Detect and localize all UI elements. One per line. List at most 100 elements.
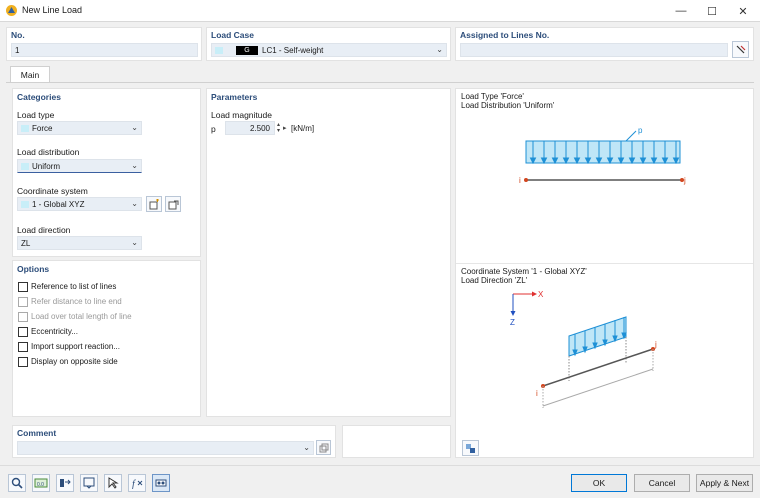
parameters-panel: Parameters Load magnitude p 2.500 ▴ ▾ ▸ […: [206, 88, 451, 417]
j-label-3d: j: [654, 340, 657, 349]
load-type-swatch: [21, 125, 29, 132]
comment-panel: Comment ⌄: [12, 425, 336, 458]
window-title: New Line Load: [22, 5, 83, 15]
select-object-button[interactable]: [104, 474, 122, 492]
title-bar: New Line Load — ☐ ✕: [0, 0, 760, 22]
uniform-load-diagram: p i j: [519, 126, 686, 185]
coord-system-value: 1 - Global XYZ: [32, 200, 85, 209]
edit-coord-system-icon: [168, 200, 178, 209]
categories-panel: Categories Load type Force ⌄ Load distri…: [12, 88, 201, 257]
comment-library-button[interactable]: [316, 440, 331, 455]
diagram-load-direction: Load Direction 'ZL': [461, 276, 528, 285]
diagram-options-button[interactable]: [462, 440, 479, 456]
close-button[interactable]: ✕: [728, 0, 758, 22]
load-distribution-label: Load distribution: [17, 147, 80, 157]
comment-title: Comment: [17, 428, 57, 438]
option-label: Reference to list of lines: [31, 282, 117, 291]
expand-arrow-icon[interactable]: ▸: [283, 124, 287, 132]
j-label: j: [683, 176, 686, 185]
assigned-lines-input[interactable]: [460, 43, 728, 57]
chevron-down-icon: ⌄: [131, 238, 138, 247]
coord-system-label: Coordinate system: [17, 186, 88, 196]
edit-coord-system-button[interactable]: [165, 196, 181, 212]
load-case-tag: G: [236, 46, 258, 55]
parameters-title: Parameters: [211, 92, 258, 102]
p-leader: [625, 130, 637, 142]
i-label: i: [519, 176, 521, 185]
chevron-down-icon: ⌄: [131, 161, 138, 170]
apply-next-label: Apply & Next: [699, 478, 750, 488]
load-type-value: Force: [32, 124, 53, 133]
settings-button[interactable]: [152, 474, 170, 492]
maximize-button[interactable]: ☐: [697, 0, 727, 22]
chevron-down-icon: ⌄: [131, 199, 138, 208]
option-label: Refer distance to line end: [31, 297, 122, 306]
units-icon: 0.0: [34, 478, 48, 488]
cancel-button[interactable]: Cancel: [634, 474, 690, 492]
load-direction-label: Load direction: [17, 225, 71, 235]
new-coord-system-button[interactable]: [146, 196, 162, 212]
comment-input[interactable]: ⌄: [17, 441, 314, 455]
svg-text:f: f: [132, 479, 136, 489]
x-label: X: [538, 290, 544, 299]
coord-system-diagram: X Z i j: [510, 290, 657, 408]
formula-icon: f: [132, 479, 143, 489]
no-panel: No. 1: [6, 27, 202, 61]
option-label: Display on opposite side: [31, 357, 118, 366]
no-input[interactable]: 1: [11, 43, 198, 57]
load-magnitude-input[interactable]: 2.500: [225, 121, 275, 135]
load-plane: [568, 316, 627, 357]
chevron-down-icon: ⌄: [303, 443, 310, 452]
search-icon: [11, 477, 23, 489]
ok-label: OK: [592, 478, 606, 488]
edit-object-button[interactable]: [56, 474, 74, 492]
option-checkbox[interactable]: [18, 312, 28, 322]
coord-system-swatch: [21, 201, 29, 208]
settings-icon: [155, 479, 167, 487]
load-distribution-swatch: [21, 163, 29, 170]
options-title: Options: [17, 264, 50, 274]
load-distribution-select[interactable]: Uniform ⌄: [17, 159, 142, 173]
load-case-color-swatch: [215, 47, 223, 54]
load-case-select[interactable]: G LC1 - Self-weight ⌄: [211, 43, 447, 57]
cancel-label: Cancel: [648, 478, 676, 488]
apply-next-button[interactable]: Apply & Next: [696, 474, 753, 492]
option-checkbox[interactable]: [18, 327, 28, 337]
spin-buttons[interactable]: ▴ ▾: [277, 122, 280, 134]
option-checkbox[interactable]: [18, 342, 28, 352]
option-label: Import support reaction...: [31, 342, 120, 351]
tab-main[interactable]: Main: [10, 66, 50, 83]
load-type-select[interactable]: Force ⌄: [17, 121, 142, 135]
load-magnitude-value: 2.500: [249, 124, 270, 133]
load-distribution-value: Uniform: [32, 162, 61, 171]
copy-icon: [319, 443, 328, 452]
load-case-panel: Load Case G LC1 - Self-weight ⌄: [206, 27, 451, 61]
diagram-settings-icon: [466, 443, 475, 453]
option-checkbox[interactable]: [18, 297, 28, 307]
view-button[interactable]: [80, 474, 98, 492]
units-button[interactable]: 0.0: [32, 474, 50, 492]
formula-button[interactable]: f: [128, 474, 146, 492]
coord-system-select[interactable]: 1 - Global XYZ ⌄: [17, 197, 142, 211]
chevron-down-icon: ⌄: [131, 123, 138, 132]
diagram-divider: [456, 263, 753, 264]
option-checkbox[interactable]: [18, 357, 28, 367]
z-arrow-icon: [510, 311, 516, 316]
load-magnitude-label: Load magnitude: [211, 110, 272, 120]
option-checkbox[interactable]: [18, 282, 28, 292]
view-icon: [83, 477, 95, 489]
select-lines-button[interactable]: [732, 41, 749, 58]
select-cursor-icon: [108, 477, 119, 489]
search-button[interactable]: [8, 474, 26, 492]
load-direction-value: ZL: [21, 239, 31, 248]
load-direction-select[interactable]: ZL ⌄: [17, 236, 142, 250]
p-label: p: [638, 126, 643, 135]
minimize-button[interactable]: —: [666, 0, 696, 22]
node-i: [524, 178, 528, 182]
tab-main-label: Main: [20, 70, 40, 80]
categories-title: Categories: [17, 92, 61, 102]
ok-button[interactable]: OK: [571, 474, 627, 492]
chevron-down-icon: ⌄: [436, 45, 443, 54]
load-symbol: p: [211, 124, 216, 134]
assigned-label: Assigned to Lines No.: [460, 30, 550, 40]
